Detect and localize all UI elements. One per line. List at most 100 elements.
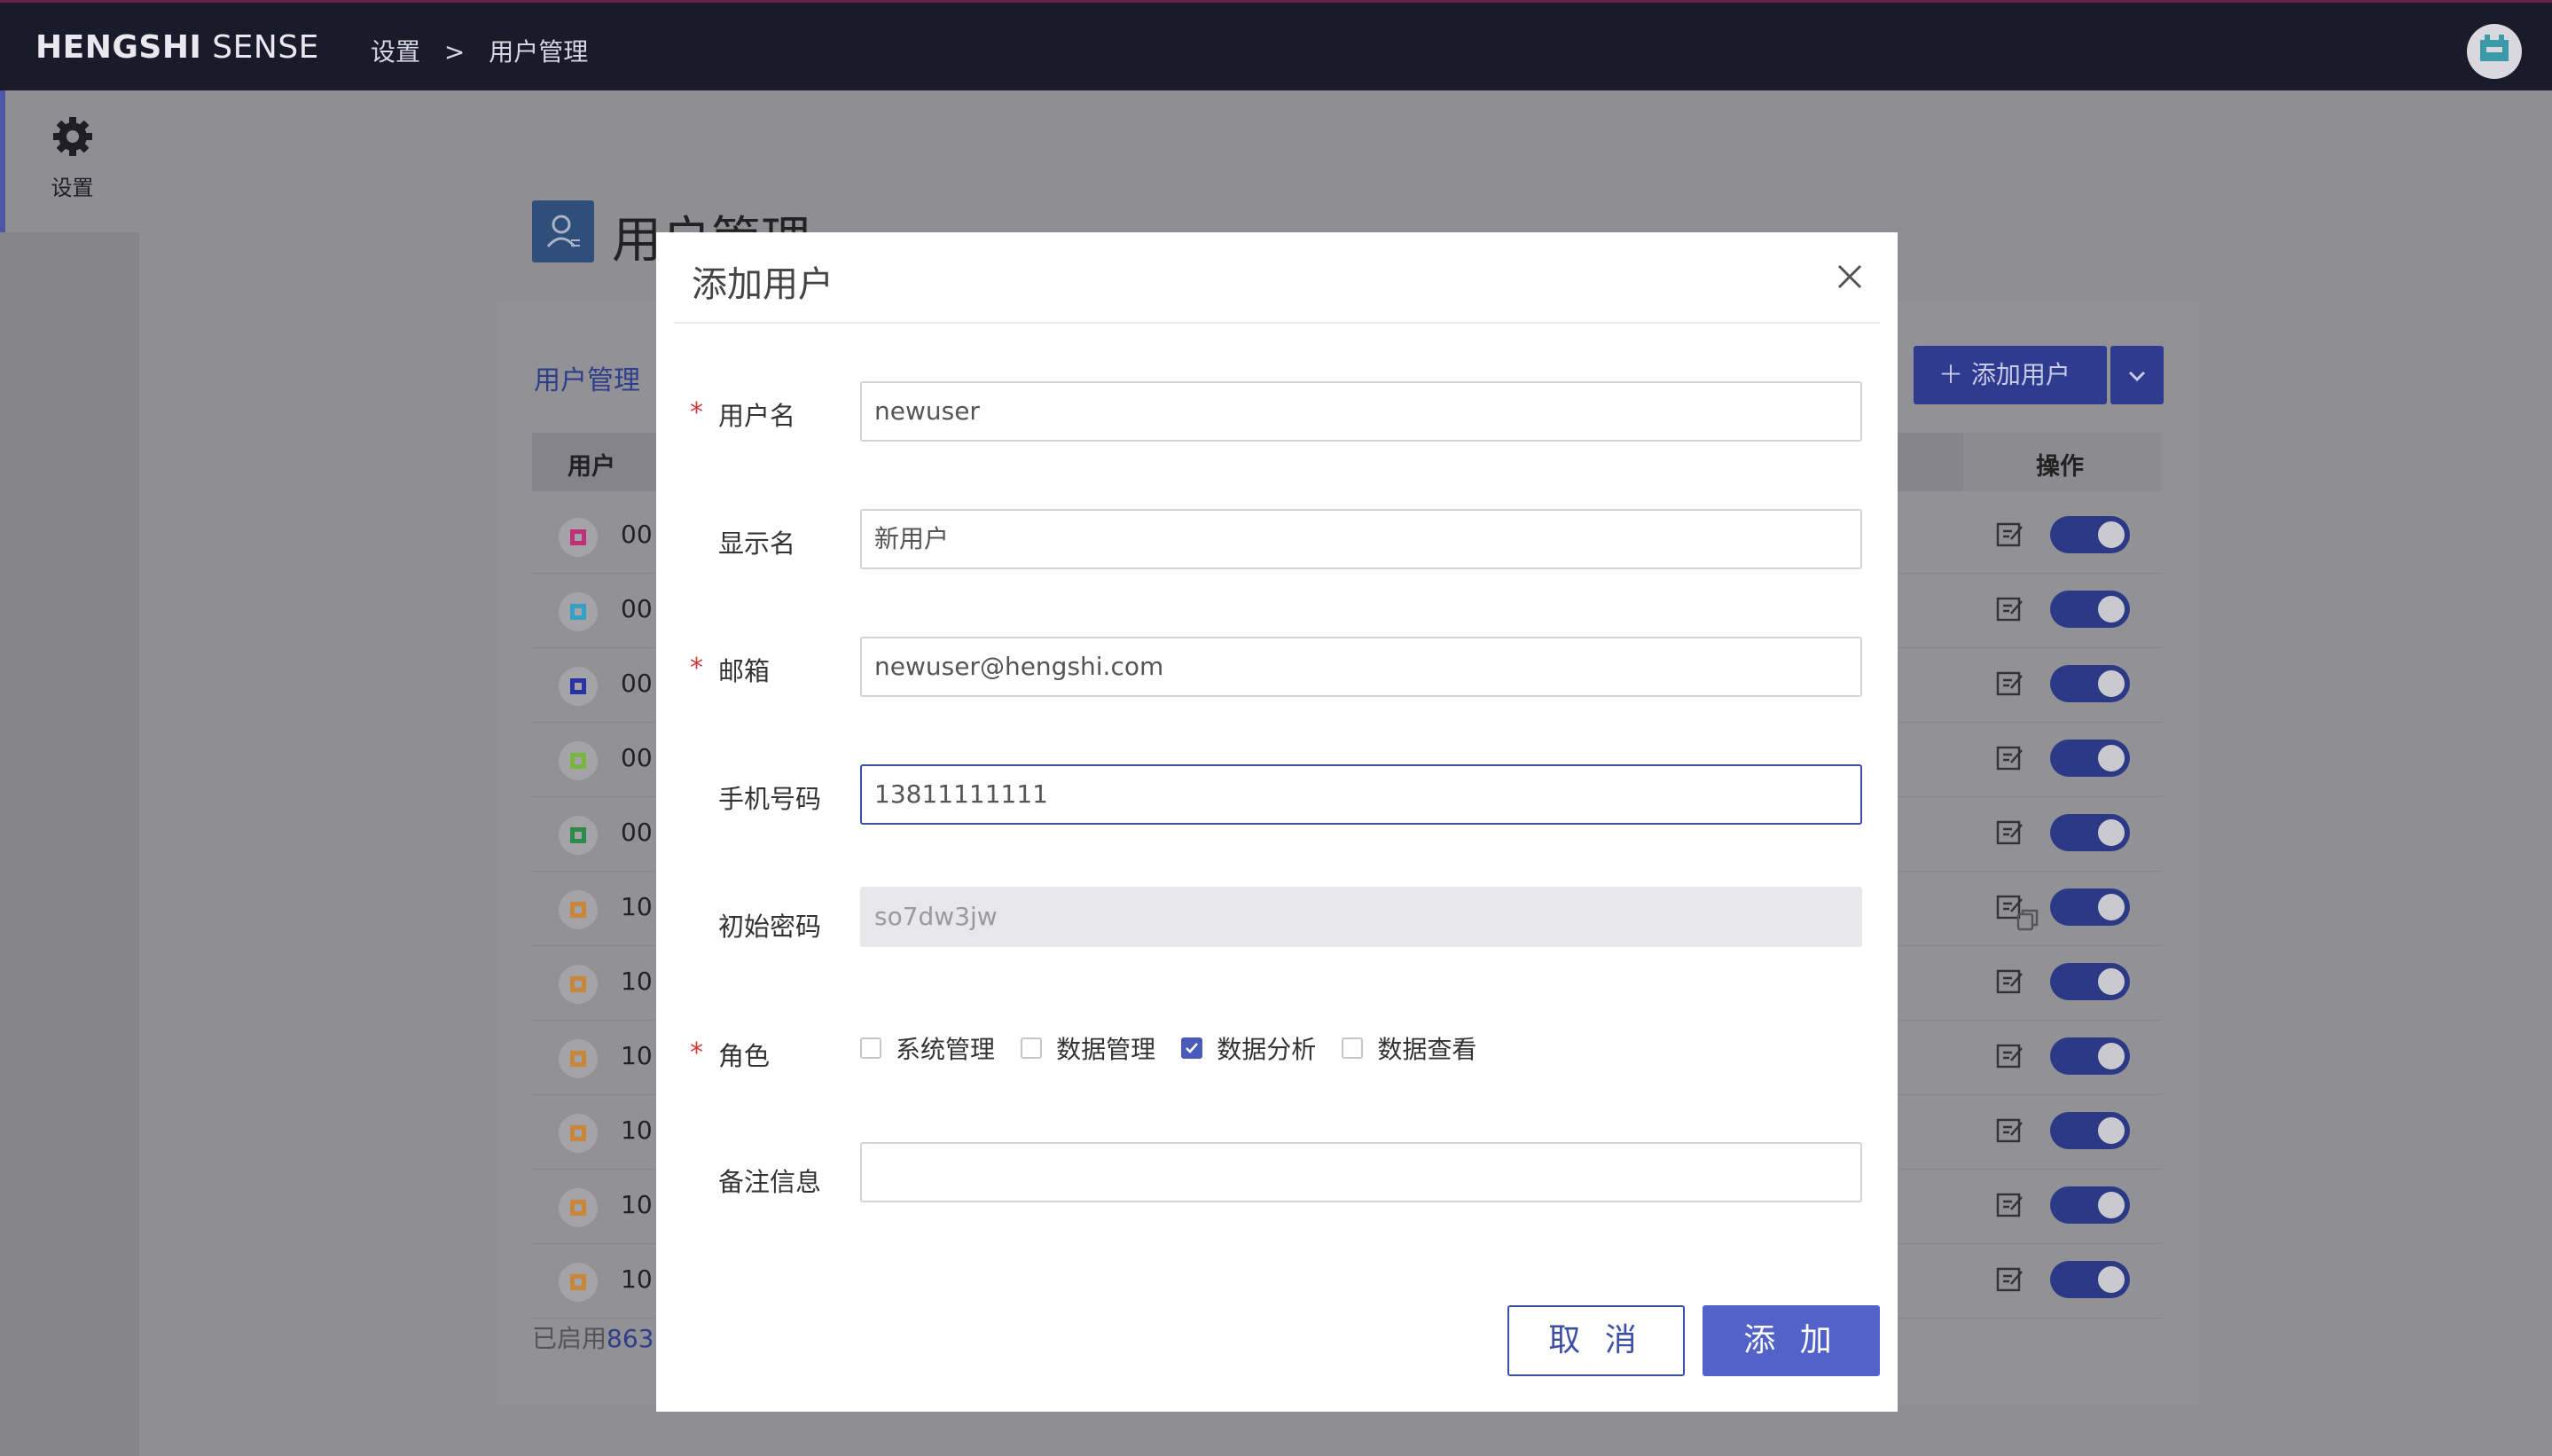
email-input[interactable]: newuser@hengshi.com [860, 637, 1862, 697]
edit-icon[interactable] [1995, 669, 2025, 699]
chevron-down-icon [2128, 371, 2146, 382]
password-value: so7dw3jw [874, 902, 998, 931]
user-avatar-icon [559, 1188, 598, 1227]
edit-icon[interactable] [1995, 520, 2025, 550]
user-id[interactable]: 10 [621, 1264, 653, 1294]
user-id[interactable]: 00 [621, 743, 653, 772]
breadcrumb-settings[interactable]: 设置 [371, 37, 420, 67]
user-id[interactable]: 10 [621, 1041, 653, 1070]
add-user-button-label: 添加用户 [1970, 360, 2071, 389]
toggle-knob [2098, 968, 2125, 995]
user-avatar-icon [559, 518, 598, 557]
notes-label: 备注信息 [718, 1167, 822, 1197]
toggle-knob [2098, 596, 2125, 622]
add-user-button[interactable]: ＋ 添加用户 [1914, 346, 2107, 404]
breadcrumb-separator: > [443, 37, 466, 67]
required-mark: * [690, 397, 703, 428]
user-avatar-icon [559, 667, 598, 706]
column-header-ops: 操作 [2036, 453, 2084, 481]
user-avatar[interactable] [2467, 24, 2522, 79]
toggle-knob [2098, 1266, 2125, 1293]
checkbox-box[interactable] [1342, 1037, 1364, 1059]
phone-input[interactable]: 13811111111 [860, 764, 1862, 825]
toggle-knob [2098, 1192, 2125, 1218]
panel-subtitle: 用户管理 [534, 365, 640, 396]
username-input[interactable]: newuser [860, 381, 1862, 442]
checkbox-box[interactable] [860, 1037, 881, 1059]
user-avatar-icon [559, 592, 598, 631]
user-enabled-toggle[interactable] [2050, 1186, 2130, 1224]
user-id[interactable]: 00 [621, 520, 653, 549]
add-user-dropdown-button[interactable] [2110, 346, 2164, 404]
password-label: 初始密码 [718, 912, 822, 942]
edit-icon[interactable] [1995, 818, 2025, 848]
user-enabled-toggle[interactable] [2050, 591, 2130, 628]
sidebar: 设置 [0, 90, 139, 1456]
edit-icon[interactable] [1995, 594, 2025, 624]
user-id[interactable]: 10 [621, 967, 653, 996]
close-icon[interactable] [1832, 259, 1867, 294]
roles-checkbox-group: 系统管理 数据管理 数据分析 数据查看 [860, 1030, 1498, 1066]
user-enabled-toggle[interactable] [2050, 665, 2130, 702]
user-avatar-icon [559, 1039, 598, 1078]
user-management-icon [532, 200, 594, 262]
user-enabled-toggle[interactable] [2050, 1037, 2130, 1075]
toggle-knob [2098, 894, 2125, 920]
user-avatar-icon [559, 816, 598, 855]
user-avatar-icon [559, 965, 598, 1004]
user-enabled-toggle[interactable] [2050, 516, 2130, 553]
brand-logo[interactable]: HENGSHI SENSE [35, 29, 319, 66]
user-id[interactable]: 00 [621, 594, 653, 623]
edit-icon[interactable] [1995, 1115, 2025, 1146]
required-mark: * [690, 653, 703, 684]
role-system-admin-checkbox[interactable]: 系统管理 [860, 1030, 995, 1066]
dialog-divider [674, 322, 1880, 324]
user-enabled-toggle[interactable] [2050, 963, 2130, 1000]
user-avatar-icon [559, 741, 598, 780]
cancel-button[interactable]: 取 消 [1507, 1305, 1685, 1376]
top-bar: HENGSHI SENSE 设置 > 用户管理 [0, 0, 2552, 90]
user-enabled-toggle[interactable] [2050, 1261, 2130, 1298]
roles-label: 角色 [718, 1041, 771, 1071]
checkbox-checked[interactable] [1181, 1037, 1203, 1059]
username-label: 用户名 [718, 401, 796, 431]
toggle-knob [2098, 670, 2125, 697]
user-id[interactable]: 00 [621, 818, 653, 847]
user-avatar-icon [559, 890, 598, 929]
check-icon [1186, 1043, 1199, 1053]
edit-icon[interactable] [1995, 1190, 2025, 1220]
notes-input[interactable] [860, 1142, 1862, 1202]
user-id[interactable]: 10 [621, 1190, 653, 1219]
copy-icon[interactable] [2015, 906, 2041, 933]
gear-icon [53, 117, 92, 156]
sidebar-item-label: 设置 [51, 176, 94, 200]
edit-icon[interactable] [1995, 1264, 2025, 1295]
breadcrumb-user-management: 用户管理 [489, 37, 589, 67]
toggle-knob [2098, 1043, 2125, 1069]
user-enabled-toggle[interactable] [2050, 1112, 2130, 1149]
user-enabled-toggle[interactable] [2050, 814, 2130, 851]
edit-icon[interactable] [1995, 1041, 2025, 1071]
sidebar-item-settings[interactable]: 设置 [0, 90, 139, 232]
display-name-label: 显示名 [718, 528, 796, 559]
role-data-viewer-checkbox[interactable]: 数据查看 [1342, 1030, 1476, 1066]
dialog-title: 添加用户 [692, 264, 834, 305]
user-enabled-toggle[interactable] [2050, 740, 2130, 777]
checkbox-box[interactable] [1021, 1037, 1043, 1059]
password-input: so7dw3jw [860, 887, 2039, 947]
edit-icon[interactable] [1995, 967, 2025, 997]
role-data-management-checkbox[interactable]: 数据管理 [1021, 1030, 1155, 1066]
role-data-analysis-checkbox[interactable]: 数据分析 [1181, 1030, 1316, 1066]
edit-icon[interactable] [1995, 743, 2025, 773]
user-avatar-icon [559, 1114, 598, 1153]
enabled-count: 已启用863 [532, 1324, 654, 1353]
submit-add-button[interactable]: 添 加 [1703, 1305, 1880, 1376]
user-enabled-toggle[interactable] [2050, 888, 2130, 926]
email-label: 邮箱 [718, 656, 771, 686]
user-id[interactable]: 10 [621, 892, 653, 921]
user-id[interactable]: 00 [621, 669, 653, 698]
display-name-input[interactable]: 新用户 [860, 509, 1862, 569]
column-header-user[interactable]: 用户 [568, 447, 615, 481]
toggle-knob [2098, 1117, 2125, 1144]
user-id[interactable]: 10 [621, 1115, 653, 1145]
